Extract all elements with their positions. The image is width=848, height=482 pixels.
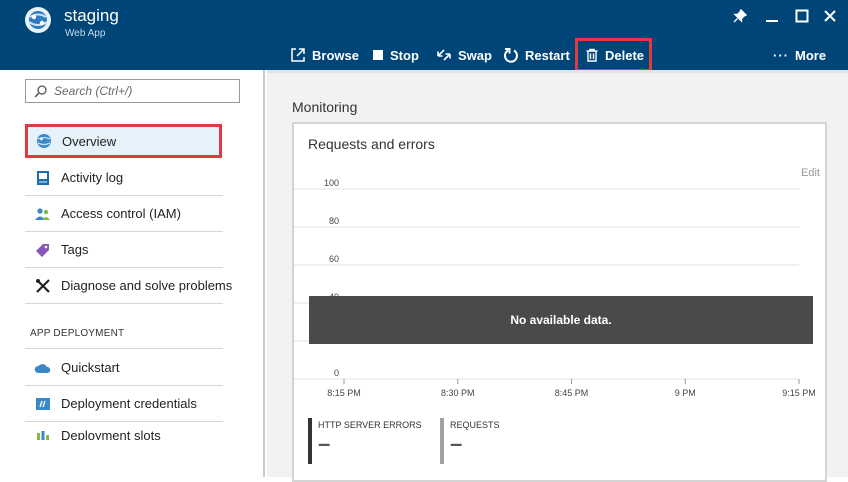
x-tick-label: 8:15 PM: [327, 388, 361, 398]
close-icon[interactable]: [820, 6, 840, 26]
stop-button[interactable]: Stop: [372, 42, 419, 68]
requests-errors-tile[interactable]: Requests and errors Edit 1008060402008:1…: [292, 122, 827, 482]
app-header: staging Web App Browse Stop Swap Restart…: [0, 0, 848, 72]
activity-log-icon: [34, 169, 51, 186]
edit-link[interactable]: Edit: [801, 167, 820, 179]
section-title: Monitoring: [292, 99, 358, 115]
restart-button[interactable]: Restart: [503, 42, 570, 68]
x-tick-label: 9 PM: [675, 388, 696, 398]
top-divider: [267, 70, 848, 73]
sidebar-item-label: Quickstart: [61, 360, 120, 375]
external-link-icon: [291, 48, 305, 62]
cloud-icon: [34, 359, 51, 376]
more-label: More: [795, 47, 827, 63]
x-tick-label: 9:15 PM: [782, 388, 816, 398]
main-content: Monitoring Requests and errors Edit 100 8…: [267, 70, 848, 482]
y-tick-label: 80: [329, 216, 339, 226]
resource-menu: Overview Activity log Access control (IA…: [0, 70, 265, 477]
more-dots-icon: ···: [773, 47, 789, 63]
search-box[interactable]: [25, 79, 240, 103]
globe-icon: [35, 133, 52, 150]
y-tick-label: 0: [334, 368, 339, 378]
y-tick-label: 60: [329, 254, 339, 264]
no-data-overlay: No available data.: [309, 296, 813, 344]
legend-label: REQUESTS: [450, 420, 500, 430]
sidebar-item-activity-log[interactable]: Activity log: [25, 160, 223, 196]
x-tick-label: 8:45 PM: [555, 388, 589, 398]
maximize-icon[interactable]: [792, 6, 812, 26]
section-divider: [25, 348, 223, 349]
swap-button[interactable]: Swap: [436, 42, 492, 68]
sidebar-item-overview[interactable]: Overview: [25, 124, 222, 158]
more-button[interactable]: ··· More: [773, 42, 826, 68]
sidebar-item-label: Diagnose and solve problems: [61, 278, 233, 293]
sidebar-item-deployment-credentials[interactable]: Deployment credentials: [25, 386, 223, 422]
tools-icon: [34, 277, 51, 294]
legend-value: –: [318, 431, 331, 456]
browse-button[interactable]: Browse: [290, 42, 359, 68]
minimize-icon[interactable]: [762, 6, 782, 26]
sidebar-item-label: Deployment credentials: [61, 396, 197, 411]
sidebar-item-label: Overview: [62, 133, 117, 149]
sidebar-item-diagnose[interactable]: Diagnose and solve problems: [25, 268, 232, 304]
users-icon: [34, 205, 51, 222]
sidebar-item-label: Tags: [61, 242, 89, 257]
y-tick-label: 100: [324, 179, 339, 188]
legend-http-server-errors[interactable]: HTTP SERVER ERRORS –: [308, 418, 422, 464]
sidebar-item-label: Access control (IAM): [61, 206, 181, 221]
restart-icon: [504, 48, 518, 63]
app-title: staging: [64, 6, 119, 25]
app-subtitle: Web App: [65, 28, 106, 39]
pin-icon[interactable]: [730, 6, 750, 26]
stop-icon: [373, 50, 383, 60]
legend-value: –: [450, 431, 463, 456]
sidebar-item-label: Deployment slots: [61, 428, 161, 440]
search-input[interactable]: [54, 84, 224, 98]
section-heading-app-deployment: APP DEPLOYMENT: [30, 328, 125, 339]
browse-label: Browse: [312, 47, 359, 63]
sidebar-item-tags[interactable]: Tags: [25, 232, 223, 268]
swap-label: Swap: [458, 47, 492, 63]
restart-label: Restart: [525, 47, 570, 63]
sidebar-item-quickstart[interactable]: Quickstart: [25, 350, 223, 386]
globe-cube-icon: [25, 7, 51, 33]
search-icon: [34, 84, 47, 98]
slots-icon: [34, 428, 51, 440]
sidebar-item-access-control[interactable]: Access control (IAM): [25, 196, 223, 232]
sidebar-item-deployment-slots[interactable]: Deployment slots: [25, 422, 223, 440]
tag-icon: [34, 241, 51, 258]
legend-label: HTTP SERVER ERRORS: [318, 420, 422, 430]
stop-label: Stop: [390, 47, 419, 63]
legend-requests[interactable]: REQUESTS –: [440, 418, 500, 464]
x-tick-label: 8:30 PM: [441, 388, 475, 398]
tile-title: Requests and errors: [308, 136, 435, 152]
swap-icon: [437, 49, 451, 61]
sidebar-item-label: Activity log: [61, 170, 124, 185]
credentials-icon: [34, 395, 51, 412]
delete-highlight: [575, 38, 652, 72]
